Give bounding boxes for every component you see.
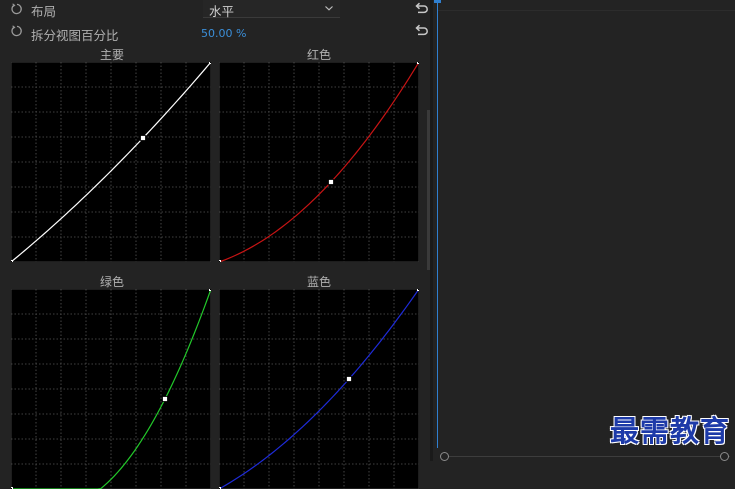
curve-graph-red[interactable] — [219, 62, 419, 262]
curve-title-red: 红色 — [219, 46, 419, 63]
layout-dropdown[interactable]: 水平 — [203, 0, 340, 18]
curve-title-blue: 蓝色 — [219, 273, 419, 290]
curve-title-master: 主要 — [12, 46, 212, 63]
curve-control-point[interactable] — [163, 397, 168, 402]
panel-splitter[interactable] — [430, 0, 433, 461]
chevron-down-icon — [324, 3, 334, 13]
graph-background — [219, 289, 419, 489]
curve-graph-green[interactable] — [11, 289, 211, 489]
curve-endpoint-white[interactable] — [210, 62, 212, 64]
curve-graph-master[interactable] — [11, 62, 211, 262]
split-percent-value[interactable]: 50.00 % — [201, 27, 246, 40]
split-percent-label: 拆分视图百分比 — [31, 25, 119, 44]
split-percent-row: 拆分视图百分比 50.00 % — [0, 22, 430, 44]
reset-arrow-icon[interactable] — [413, 22, 429, 38]
layout-dropdown-value: 水平 — [209, 1, 234, 20]
zoom-handle-right[interactable] — [720, 452, 729, 461]
curve-endpoint-black[interactable] — [11, 261, 13, 263]
reset-circle-icon[interactable] — [11, 3, 23, 15]
curve-endpoint-white[interactable] — [418, 289, 420, 291]
curve-title-green: 绿色 — [12, 273, 212, 290]
reset-circle-icon[interactable] — [11, 25, 23, 37]
reset-arrow-icon[interactable] — [413, 0, 429, 16]
timeline-panel — [434, 0, 735, 461]
curve-control-point[interactable] — [329, 180, 334, 185]
curve-endpoint-white[interactable] — [418, 62, 420, 64]
graph-background — [11, 62, 211, 262]
graph-background — [219, 62, 419, 262]
curve-control-point[interactable] — [347, 377, 352, 382]
layout-label: 布局 — [31, 1, 56, 20]
curve-graph-blue[interactable] — [219, 289, 419, 489]
curve-control-point[interactable] — [141, 136, 146, 141]
zoom-scroll-track[interactable] — [440, 456, 730, 457]
graph-background — [11, 289, 211, 489]
curve-endpoint-white[interactable] — [210, 289, 212, 291]
playhead-line[interactable] — [437, 0, 438, 448]
curve-endpoint-black[interactable] — [219, 261, 221, 263]
timeline-header-divider — [438, 10, 735, 11]
watermark-logo: 最需教育 — [610, 408, 730, 450]
layout-row: 布局 水平 — [0, 0, 430, 22]
lumetri-curves-panel: 布局 水平 拆分视图百分比 50.00 % 主要 红色 绿色 蓝色 — [0, 0, 430, 461]
zoom-handle-left[interactable] — [440, 452, 449, 461]
